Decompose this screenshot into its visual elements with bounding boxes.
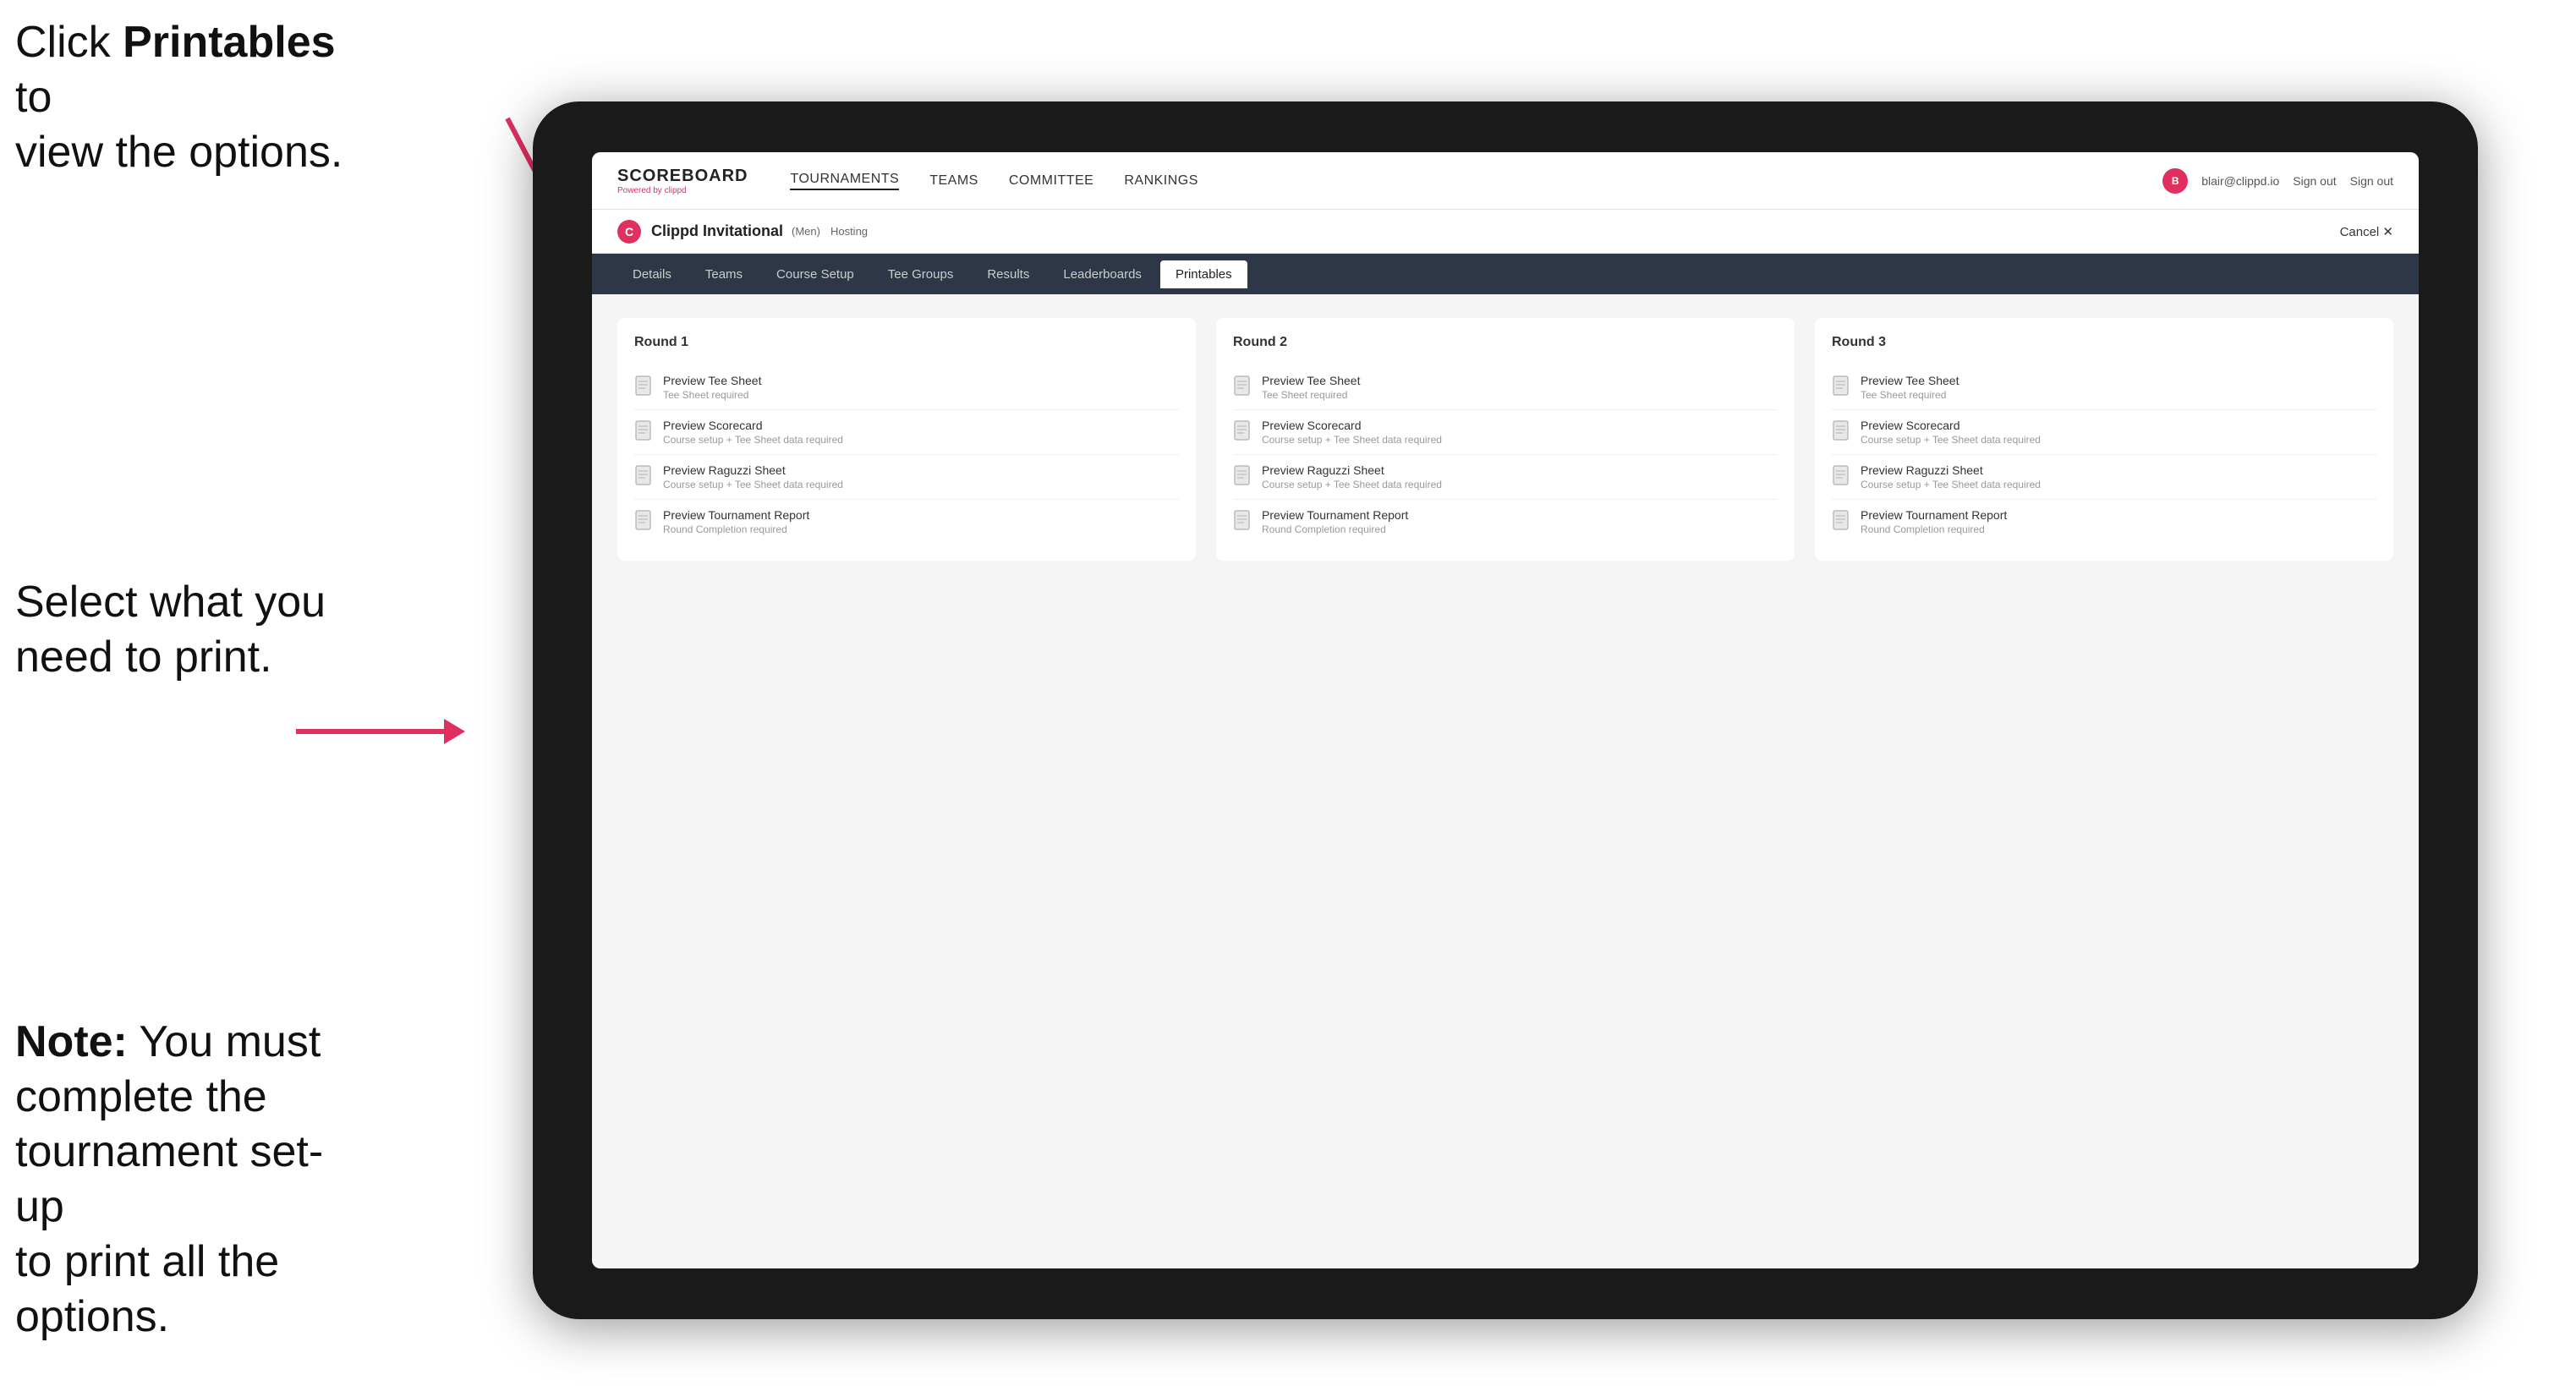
- round-2-raguzzi[interactable]: Preview Raguzzi Sheet Course setup + Tee…: [1233, 455, 1778, 500]
- r3-tee-sheet-icon: [1832, 375, 1852, 399]
- round-1-scorecard[interactable]: Preview Scorecard Course setup + Tee She…: [634, 410, 1179, 455]
- round-1-tournament-report[interactable]: Preview Tournament Report Round Completi…: [634, 500, 1179, 544]
- round-3-scorecard-note: Course setup + Tee Sheet data required: [1861, 434, 2041, 446]
- logo-sub: Powered by clippd: [617, 186, 748, 195]
- top-nav-right: B blair@clippd.io Sign out Sign out: [2162, 168, 2393, 194]
- round-3-report-note: Round Completion required: [1861, 523, 2007, 535]
- round-1-raguzzi[interactable]: Preview Raguzzi Sheet Course setup + Tee…: [634, 455, 1179, 500]
- raguzzi-icon: [634, 465, 655, 489]
- round-3-scorecard-name: Preview Scorecard: [1861, 419, 2041, 432]
- annotation-note-bold: Note:: [15, 1017, 128, 1066]
- top-nav: SCOREBOARD Powered by clippd TOURNAMENTS…: [592, 152, 2419, 210]
- round-2-scorecard-name: Preview Scorecard: [1262, 419, 1442, 432]
- r3-report-icon: [1832, 510, 1852, 534]
- round-1-scorecard-name: Preview Scorecard: [663, 419, 843, 432]
- sign-out-link[interactable]: Sign out: [2293, 174, 2336, 188]
- round-1-tee-sheet[interactable]: Preview Tee Sheet Tee Sheet required: [634, 365, 1179, 410]
- round-1-title: Round 1: [634, 335, 1179, 350]
- annotation-bottom: Note: You mustcomplete thetournament set…: [15, 1015, 370, 1345]
- tournament-name: Clippd Invitational: [651, 222, 783, 240]
- user-avatar: B: [2162, 168, 2188, 194]
- logo-text: SCOREBOARD: [617, 167, 748, 186]
- round-3-raguzzi-name: Preview Raguzzi Sheet: [1861, 463, 2041, 477]
- tournament-badge: (Men): [792, 225, 820, 238]
- tournament-header: C Clippd Invitational (Men) Hosting Canc…: [592, 210, 2419, 254]
- round-1-scorecard-text: Preview Scorecard Course setup + Tee She…: [663, 419, 843, 446]
- r2-scorecard-icon: [1233, 420, 1253, 444]
- tournament-logo-icon: C: [617, 220, 641, 244]
- logo-area: SCOREBOARD Powered by clippd: [617, 167, 748, 195]
- round-3-raguzzi[interactable]: Preview Raguzzi Sheet Course setup + Tee…: [1832, 455, 2376, 500]
- round-2-raguzzi-name: Preview Raguzzi Sheet: [1262, 463, 1442, 477]
- annotation-middle: Select what youneed to print.: [15, 575, 326, 685]
- nav-teams[interactable]: TEAMS: [929, 173, 978, 189]
- round-2-report-name: Preview Tournament Report: [1262, 508, 1408, 522]
- round-3-tee-sheet-note: Tee Sheet required: [1861, 389, 1959, 401]
- round-2-scorecard[interactable]: Preview Scorecard Course setup + Tee She…: [1233, 410, 1778, 455]
- tab-course-setup[interactable]: Course Setup: [761, 260, 869, 288]
- round-2-tee-sheet-name: Preview Tee Sheet: [1262, 374, 1360, 387]
- round-1-raguzzi-name: Preview Raguzzi Sheet: [663, 463, 843, 477]
- round-3-tournament-report[interactable]: Preview Tournament Report Round Completi…: [1832, 500, 2376, 544]
- tab-teams[interactable]: Teams: [690, 260, 758, 288]
- nav-committee[interactable]: COMMITTEE: [1009, 173, 1094, 189]
- round-1-report-text: Preview Tournament Report Round Completi…: [663, 508, 809, 535]
- round-2-column: Round 2 Preview Tee Sheet Tee Sheet requ…: [1216, 318, 1795, 561]
- rounds-grid: Round 1 Preview Tee Sheet Tee Sheet requ…: [617, 318, 2393, 561]
- round-1-raguzzi-note: Course setup + Tee Sheet data required: [663, 479, 843, 490]
- tab-printables[interactable]: Printables: [1160, 260, 1247, 288]
- round-3-tee-sheet[interactable]: Preview Tee Sheet Tee Sheet required: [1832, 365, 2376, 410]
- scorecard-icon: [634, 420, 655, 444]
- tab-results[interactable]: Results: [972, 260, 1044, 288]
- arrow-to-raguzzi: [288, 693, 474, 770]
- tab-leaderboards[interactable]: Leaderboards: [1048, 260, 1157, 288]
- tournament-status: Hosting: [830, 225, 868, 238]
- round-1-tee-sheet-note: Tee Sheet required: [663, 389, 761, 401]
- tee-sheet-icon: [634, 375, 655, 399]
- round-1-column: Round 1 Preview Tee Sheet Tee Sheet requ…: [617, 318, 1196, 561]
- round-1-tee-sheet-text: Preview Tee Sheet Tee Sheet required: [663, 374, 761, 401]
- r2-tee-sheet-icon: [1233, 375, 1253, 399]
- r2-raguzzi-icon: [1233, 465, 1253, 489]
- round-3-raguzzi-note: Course setup + Tee Sheet data required: [1861, 479, 2041, 490]
- r3-raguzzi-icon: [1832, 465, 1852, 489]
- annotation-bold-printables: Printables: [123, 18, 335, 67]
- round-1-report-note: Round Completion required: [663, 523, 809, 535]
- sign-out-text[interactable]: Sign out: [2350, 174, 2393, 188]
- tournament-report-icon: [634, 510, 655, 534]
- tablet-screen: SCOREBOARD Powered by clippd TOURNAMENTS…: [592, 152, 2419, 1268]
- round-2-report-note: Round Completion required: [1262, 523, 1408, 535]
- r2-report-icon: [1233, 510, 1253, 534]
- main-nav: TOURNAMENTS TEAMS COMMITTEE RANKINGS: [790, 172, 2162, 190]
- annotation-top: Click Printables toview the options.: [15, 15, 370, 180]
- round-2-tee-sheet[interactable]: Preview Tee Sheet Tee Sheet required: [1233, 365, 1778, 410]
- r3-scorecard-icon: [1832, 420, 1852, 444]
- round-1-scorecard-note: Course setup + Tee Sheet data required: [663, 434, 843, 446]
- nav-tournaments[interactable]: TOURNAMENTS: [790, 172, 899, 190]
- round-2-tournament-report[interactable]: Preview Tournament Report Round Completi…: [1233, 500, 1778, 544]
- sub-nav: Details Teams Course Setup Tee Groups Re…: [592, 254, 2419, 294]
- tab-tee-groups[interactable]: Tee Groups: [873, 260, 969, 288]
- round-2-tee-sheet-note: Tee Sheet required: [1262, 389, 1360, 401]
- main-content: Round 1 Preview Tee Sheet Tee Sheet requ…: [592, 294, 2419, 1268]
- round-1-raguzzi-text: Preview Raguzzi Sheet Course setup + Tee…: [663, 463, 843, 490]
- round-3-title: Round 3: [1832, 335, 2376, 350]
- round-3-column: Round 3 Preview Tee Sheet Tee Sheet requ…: [1815, 318, 2393, 561]
- round-1-tee-sheet-name: Preview Tee Sheet: [663, 374, 761, 387]
- round-3-tee-sheet-name: Preview Tee Sheet: [1861, 374, 1959, 387]
- round-2-raguzzi-note: Course setup + Tee Sheet data required: [1262, 479, 1442, 490]
- round-3-scorecard[interactable]: Preview Scorecard Course setup + Tee She…: [1832, 410, 2376, 455]
- round-3-report-name: Preview Tournament Report: [1861, 508, 2007, 522]
- tablet-device: SCOREBOARD Powered by clippd TOURNAMENTS…: [533, 101, 2478, 1319]
- round-2-scorecard-note: Course setup + Tee Sheet data required: [1262, 434, 1442, 446]
- round-2-title: Round 2: [1233, 335, 1778, 350]
- user-email: blair@clippd.io: [2201, 174, 2279, 188]
- tab-details[interactable]: Details: [617, 260, 687, 288]
- nav-rankings[interactable]: RANKINGS: [1124, 173, 1198, 189]
- round-1-report-name: Preview Tournament Report: [663, 508, 809, 522]
- cancel-button[interactable]: Cancel ✕: [2340, 224, 2393, 239]
